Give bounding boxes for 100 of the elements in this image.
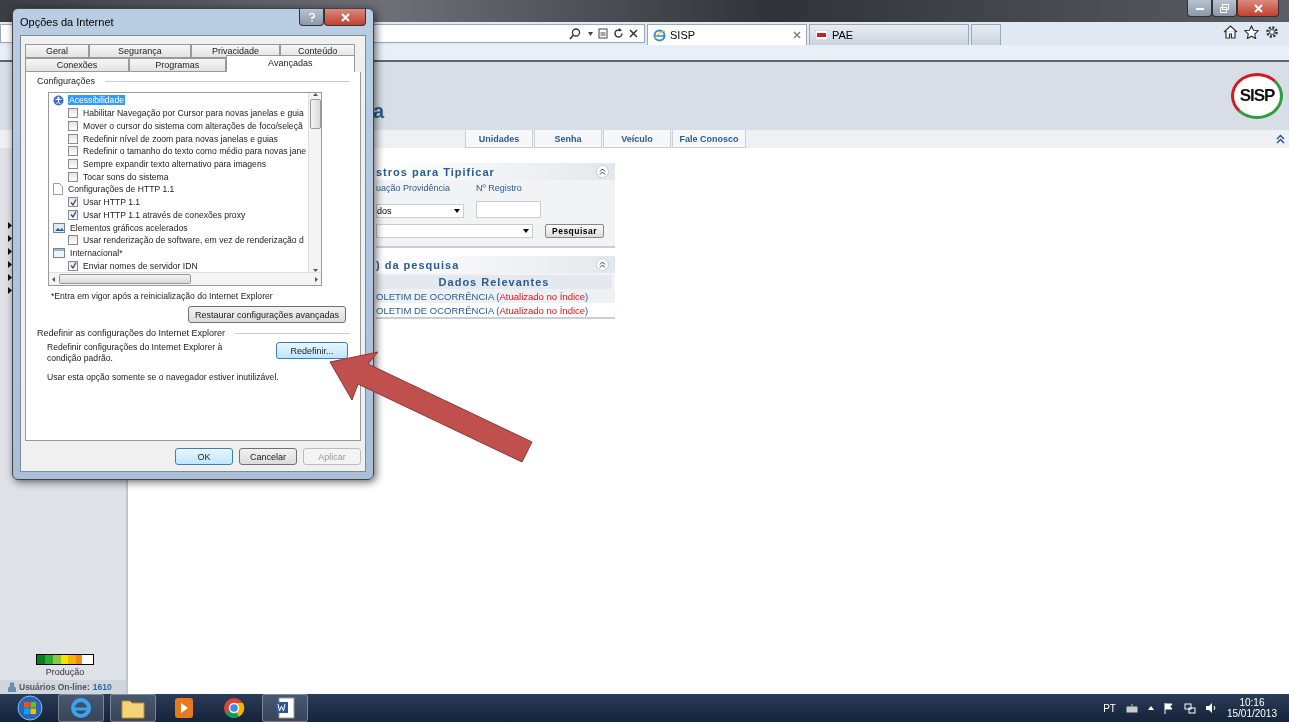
close-icon[interactable]: [629, 29, 638, 38]
checkbox[interactable]: [68, 133, 78, 144]
home-icon[interactable]: [1223, 24, 1238, 39]
nav-tab[interactable]: Senha: [534, 130, 602, 148]
result-row[interactable]: OLETIM DE OCORRÊNCIA (Atualizado no Índice): [376, 303, 615, 317]
check-icon: [69, 262, 77, 270]
keyboard-icon[interactable]: [1125, 703, 1138, 713]
close-icon: [340, 12, 350, 22]
reset-button[interactable]: Redefinir...: [276, 342, 348, 359]
double-chevron-up-icon[interactable]: [1276, 134, 1285, 144]
browser-tab[interactable]: SISP: [647, 24, 807, 45]
checkbox[interactable]: [68, 235, 78, 246]
settings-category[interactable]: Internacional*: [69, 248, 124, 258]
dropdown-icon[interactable]: [588, 31, 593, 36]
chrome-icon: [223, 697, 245, 719]
checkbox[interactable]: [68, 146, 78, 157]
settings-category[interactable]: Configurações de HTTP 1.1: [67, 184, 176, 195]
nav-tab[interactable]: Unidades: [465, 130, 533, 148]
dropdown-icon: [523, 229, 529, 233]
close-button[interactable]: [1237, 0, 1279, 17]
group-label: Configurações: [37, 76, 96, 86]
settings-option[interactable]: Redefinir o tamanho do texto como médio para novas jane: [82, 146, 308, 157]
close-button[interactable]: [324, 9, 366, 26]
date-text: 15/01/2013: [1226, 708, 1277, 719]
user-icon: [8, 682, 16, 692]
online-users-count: 1610: [92, 682, 112, 692]
column-header: Dados Relevantes: [376, 275, 612, 289]
flag-icon[interactable]: [1163, 702, 1174, 714]
dialog-button[interactable]: Cancelar: [239, 448, 297, 465]
dialog-button[interactable]: OK: [175, 448, 233, 465]
checkbox[interactable]: [68, 260, 78, 271]
caret-up-icon[interactable]: [1147, 706, 1154, 710]
registro-field[interactable]: [476, 201, 541, 218]
folder-icon: [121, 697, 145, 719]
taskbar-app-button[interactable]: [110, 694, 156, 722]
document-icon: [275, 697, 295, 719]
settings-category[interactable]: Elementos gráficos acelerados: [69, 222, 189, 233]
dropdown-icon: [454, 209, 460, 213]
settings-option[interactable]: Tocar sons do sistema: [82, 171, 170, 182]
caret-left-icon[interactable]: [52, 276, 55, 282]
search-button[interactable]: Pesquisar: [545, 224, 605, 238]
situation-select[interactable]: dos: [376, 204, 464, 218]
star-icon[interactable]: [1244, 24, 1259, 39]
restore-advanced-button[interactable]: Restaurar configurações avançadas: [187, 306, 346, 323]
dialog-tab[interactable]: Programas: [128, 58, 226, 72]
vertical-scrollbar[interactable]: [308, 93, 321, 272]
browser-tab[interactable]: PAE: [809, 24, 969, 45]
checkbox[interactable]: [68, 108, 78, 119]
horizontal-scrollbar[interactable]: [49, 272, 321, 285]
settings-option[interactable]: Sempre expandir texto alternativo para imagens: [82, 158, 267, 169]
restore-icon: [1220, 3, 1229, 13]
caret-up-icon[interactable]: [312, 93, 318, 96]
dialog-tab[interactable]: Geral: [25, 44, 89, 58]
search-icon[interactable]: [569, 27, 583, 40]
minimize-button[interactable]: [1187, 0, 1212, 17]
refresh-icon[interactable]: [613, 28, 624, 39]
collapse-button[interactable]: [596, 165, 609, 178]
checkbox[interactable]: [68, 197, 78, 208]
double-chevron-up-icon: [599, 168, 606, 175]
logo: SISP: [1231, 73, 1283, 119]
checkbox[interactable]: [68, 158, 78, 169]
checkbox[interactable]: [68, 209, 78, 220]
restore-button[interactable]: [1212, 0, 1237, 17]
settings-option[interactable]: Usar HTTP 1.1 através de conexões proxy: [82, 209, 247, 220]
picture-icon: [53, 222, 65, 233]
language-indicator[interactable]: PT: [1103, 702, 1116, 714]
browser-icon: [653, 28, 666, 42]
scrollbar-thumb[interactable]: [59, 274, 191, 284]
start-orb-icon: [17, 695, 43, 721]
settings-option[interactable]: Mover o cursor do sistema com alterações de foco/seleçã: [82, 120, 304, 131]
nav-tab[interactable]: Fale Conosco: [672, 130, 746, 148]
site-title: a: [373, 99, 385, 123]
settings-option[interactable]: Redefinir nível de zoom para novas janelas e guias: [82, 133, 279, 144]
dialog-tab[interactable]: Segurança: [88, 44, 191, 58]
dialog-tab[interactable]: Conexões: [25, 58, 129, 72]
dialog-tab[interactable]: Avançadas: [225, 55, 355, 72]
clock[interactable]: 10:16 15/01/2013: [1226, 697, 1277, 719]
speaker-icon[interactable]: [1205, 703, 1217, 713]
help-button[interactable]: [299, 9, 324, 26]
online-users-label: Usuários On-line:: [19, 682, 90, 692]
reset-description: Redefinir configurações do Internet Explorer à condição padrão.: [47, 342, 224, 364]
panel-title: stros para Tipificar: [376, 165, 495, 178]
settings-option[interactable]: Habilitar Navegação por Cursor para novas janelas e guia: [82, 108, 305, 119]
field-label: uação Providência: [376, 183, 452, 193]
checkbox[interactable]: [68, 171, 78, 182]
close-icon: [1253, 3, 1263, 13]
settings-option[interactable]: Usar renderização de software, em vez de renderização d: [82, 235, 305, 246]
footnote-text: *Entra em vigor após a reinicialização do Internet Explorer: [51, 291, 274, 301]
collapse-button[interactable]: [596, 258, 609, 271]
checkbox[interactable]: [68, 120, 78, 131]
caret-right-icon[interactable]: [315, 276, 318, 282]
taskbar-app-button[interactable]: [262, 694, 308, 722]
settings-option[interactable]: Enviar nomes de servidor IDN: [82, 260, 199, 271]
network-icon[interactable]: [1183, 702, 1196, 714]
scrollbar-thumb[interactable]: [309, 99, 321, 129]
nav-tab[interactable]: Veículo: [603, 130, 671, 148]
settings-option[interactable]: Usar HTTP 1.1: [82, 197, 142, 208]
compatibility-icon[interactable]: [598, 28, 608, 39]
settings-icon[interactable]: [1265, 24, 1279, 39]
production-legend-bar: [36, 654, 94, 665]
